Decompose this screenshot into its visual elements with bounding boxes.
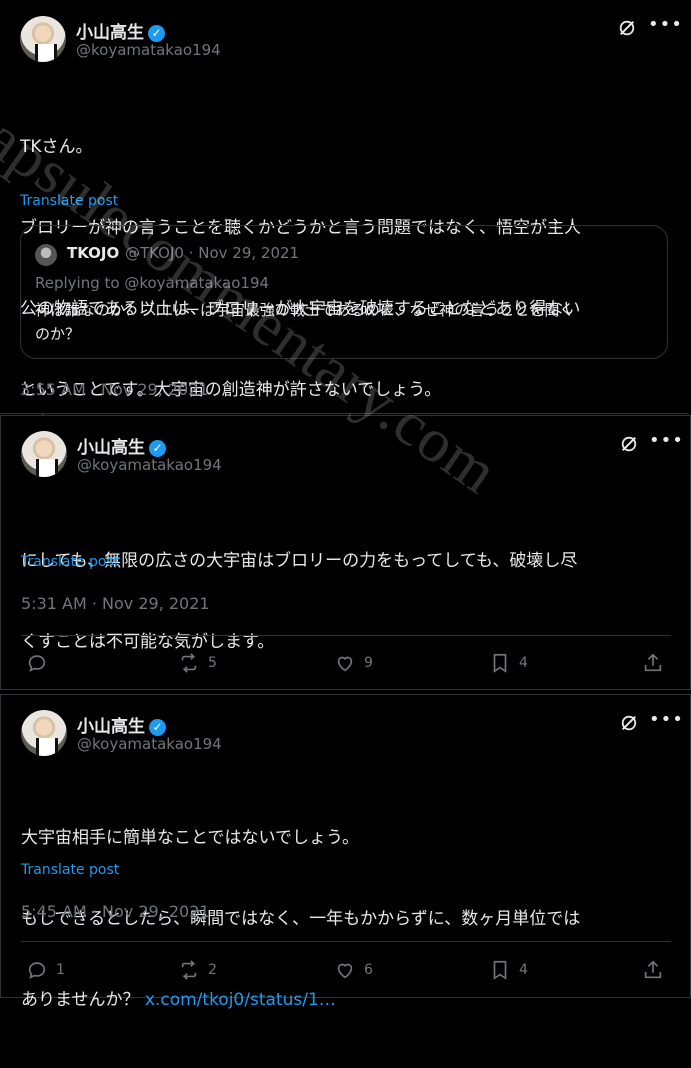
- grok-icon[interactable]: [618, 19, 636, 37]
- repost-count: 2: [208, 962, 217, 978]
- repost-button[interactable]: 2: [178, 959, 217, 981]
- bookmark-button[interactable]: 4: [489, 652, 528, 674]
- like-icon: [337, 656, 353, 672]
- reply-button[interactable]: [26, 652, 56, 674]
- divider: [21, 635, 671, 636]
- author-name-text[interactable]: 小山高生: [77, 717, 145, 737]
- reply-count: 1: [56, 962, 65, 978]
- author-handle[interactable]: @koyamatakao194: [76, 41, 221, 59]
- translate-post-link[interactable]: Translate post: [21, 862, 119, 878]
- bookmark-button[interactable]: 4: [489, 959, 528, 981]
- quote-meta: @TKOJ0 · Nov 29, 2021: [125, 244, 300, 262]
- more-icon[interactable]: •••: [648, 14, 683, 35]
- post-text-segment: ありませんか？: [21, 990, 145, 1010]
- post-link[interactable]: x.com/tkoj0/status/1…: [145, 990, 336, 1010]
- post-text-line: 大宇宙相手に簡単なことではないでしょう。: [21, 828, 359, 848]
- more-icon[interactable]: •••: [649, 709, 684, 730]
- reply-icon: [28, 962, 46, 979]
- post-timestamp[interactable]: 3:55 AM · Nov 29, 2021: [20, 380, 209, 399]
- quote-text: 神は誰なのか？ブロリーは宇宙最強の戦士であるのに、なぜ神の言うことを聞く のか？: [35, 298, 655, 346]
- grok-icon[interactable]: [620, 714, 638, 732]
- repost-count: 5: [208, 655, 217, 671]
- author-name-text[interactable]: 小山高生: [77, 438, 145, 458]
- reply-icon: [28, 655, 46, 672]
- author-handle[interactable]: @koyamatakao194: [77, 456, 222, 474]
- author-handle[interactable]: @koyamatakao194: [77, 735, 222, 753]
- post-timestamp[interactable]: 5:31 AM · Nov 29, 2021: [21, 594, 210, 613]
- like-button[interactable]: 9: [334, 652, 373, 674]
- share-icon: [644, 653, 662, 672]
- avatar[interactable]: [21, 710, 67, 756]
- post-text-line: TKさん。: [20, 137, 93, 157]
- like-button[interactable]: 6: [334, 959, 373, 981]
- like-icon: [337, 963, 353, 979]
- share-icon: [644, 960, 662, 979]
- grok-icon[interactable]: [620, 435, 638, 453]
- author-name[interactable]: 小山高生 ✓: [77, 433, 166, 458]
- quote-text-line: 神は誰なのか？ブロリーは宇宙最強の戦士であるのに、なぜ神の言うことを聞く: [35, 301, 575, 319]
- quote-author-name: TKOJO: [67, 244, 120, 262]
- post-card-1[interactable]: 小山高生 ✓ @koyamatakao194 ••• TKさん。 ブロリーが神の言…: [0, 0, 689, 414]
- verified-badge-icon: ✓: [149, 719, 166, 736]
- verified-badge-icon: ✓: [148, 25, 165, 42]
- post-card-3[interactable]: 小山高生 ✓ @koyamatakao194 ••• 大宇宙相手に簡単なことではな…: [0, 694, 691, 1010]
- reply-button[interactable]: 1: [26, 959, 65, 981]
- quote-avatar: [35, 244, 57, 266]
- quote-text-line: のか？: [35, 325, 81, 343]
- more-icon[interactable]: •••: [649, 430, 684, 451]
- bookmark-icon: [493, 653, 507, 673]
- like-count: 9: [364, 655, 373, 671]
- share-button[interactable]: [642, 652, 672, 674]
- bookmark-icon: [493, 960, 507, 980]
- avatar[interactable]: [21, 431, 67, 477]
- post-timestamp[interactable]: 5:45 AM · Nov 29, 2021: [21, 902, 210, 921]
- author-name[interactable]: 小山高生 ✓: [77, 712, 166, 737]
- repost-icon: [181, 653, 197, 673]
- author-name-text[interactable]: 小山高生: [76, 23, 144, 43]
- post-card-2[interactable]: 小山高生 ✓ @koyamatakao194 ••• にしても、無限の広さの大宇宙…: [0, 415, 691, 690]
- repost-icon: [181, 960, 197, 980]
- quote-replying-to: Replying to @koyamatakao194: [35, 274, 270, 292]
- post-text-line: ありませんか？ x.com/tkoj0/status/1…: [21, 987, 671, 1014]
- verified-badge-icon: ✓: [149, 440, 166, 457]
- like-count: 6: [364, 962, 373, 978]
- translate-post-link[interactable]: Translate post: [20, 193, 118, 209]
- share-button[interactable]: [642, 959, 672, 981]
- author-name[interactable]: 小山高生 ✓: [76, 18, 165, 43]
- avatar[interactable]: [20, 16, 66, 62]
- bookmark-count: 4: [519, 962, 528, 978]
- divider: [21, 941, 671, 942]
- repost-button[interactable]: 5: [178, 652, 217, 674]
- translate-post-link[interactable]: Translate post: [21, 554, 119, 570]
- quoted-post[interactable]: TKOJO @TKOJ0 · Nov 29, 2021 Replying to …: [20, 225, 668, 359]
- bookmark-count: 4: [519, 655, 528, 671]
